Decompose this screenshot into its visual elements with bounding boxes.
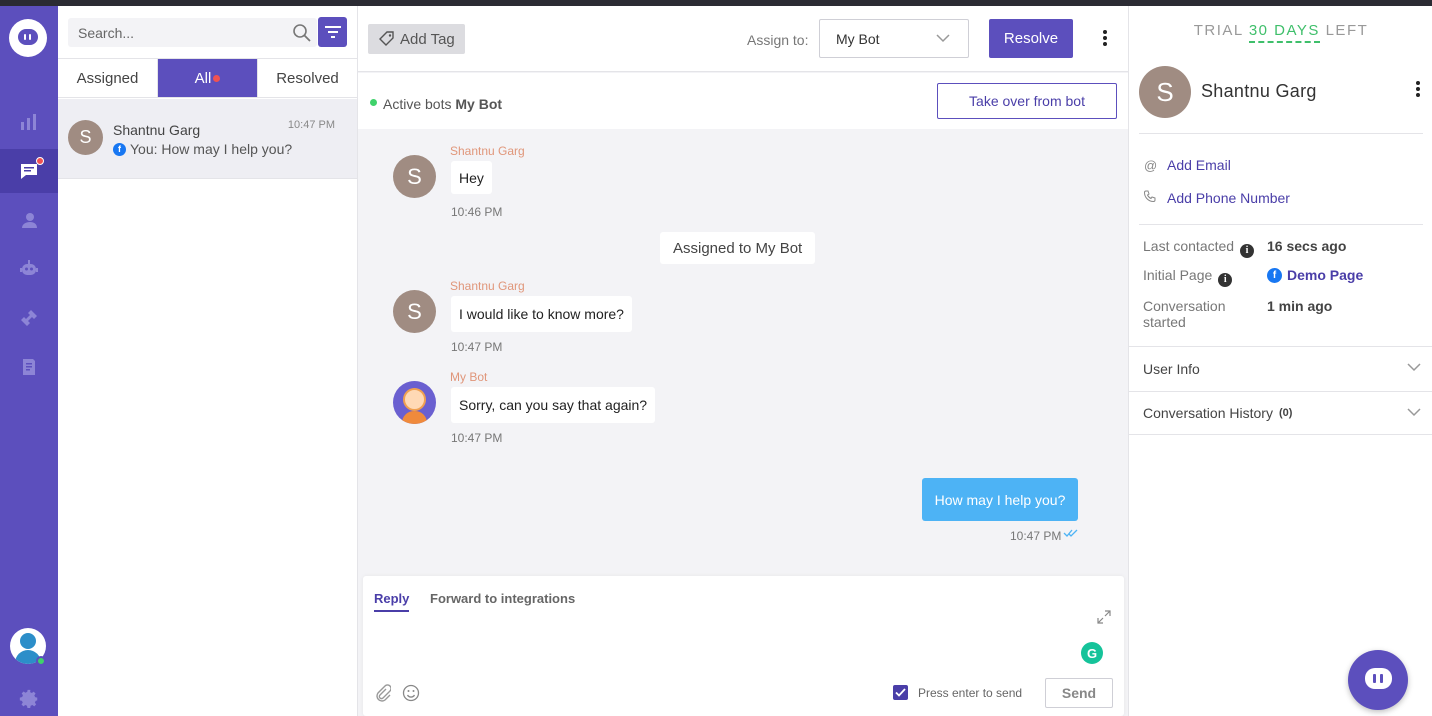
- online-status-dot: [36, 656, 46, 666]
- facebook-icon: f: [1267, 267, 1282, 283]
- outgoing-message-bubble: How may I help you?: [922, 478, 1078, 521]
- more-options-icon[interactable]: [1095, 30, 1115, 50]
- message-time: 10:47 PM: [451, 340, 503, 354]
- chevron-down-icon: [1407, 408, 1421, 417]
- system-message: Assigned to My Bot: [660, 232, 816, 264]
- send-button[interactable]: Send: [1045, 678, 1113, 708]
- contact-details-panel: TRIAL 30 DAYS LEFT S Shantnu Garg @ Add …: [1128, 6, 1432, 716]
- chat-logo-icon: [18, 29, 38, 45]
- avatar: S: [393, 155, 436, 198]
- reports-icon: [21, 114, 36, 130]
- assign-select[interactable]: My Bot: [819, 19, 969, 58]
- tab-resolved[interactable]: Resolved: [258, 59, 357, 97]
- bot-active-dot: [370, 99, 377, 106]
- message-bubble: I would like to know more?: [451, 296, 632, 332]
- active-bots-bar: Active bots My Bot Take over from bot: [358, 73, 1128, 129]
- tab-assigned[interactable]: Assigned: [58, 59, 158, 97]
- avatar: S: [68, 120, 103, 155]
- tab-reply[interactable]: Reply: [374, 591, 410, 612]
- conversations-icon: [21, 164, 37, 179]
- search-input[interactable]: [68, 18, 317, 47]
- active-bots-label: Active bots My Bot: [383, 96, 503, 112]
- message-bubble: Sorry, can you say that again?: [451, 387, 656, 423]
- emoji-icon[interactable]: [402, 684, 420, 702]
- assign-label: Assign to:: [747, 32, 809, 48]
- unread-dot: [213, 74, 221, 82]
- info-icon[interactable]: i: [1218, 272, 1233, 287]
- conversation-started-label: Conversation: [1143, 298, 1226, 314]
- message-time: 10:47 PM: [1010, 529, 1062, 543]
- avatar: S: [1139, 66, 1191, 118]
- tag-icon: [379, 31, 394, 46]
- sidebar-nav: [0, 6, 58, 716]
- chat-widget-icon: [1365, 668, 1392, 689]
- conversation-started-label-2: started: [1143, 314, 1186, 330]
- chevron-down-icon: [1407, 363, 1421, 372]
- conversation-list-item[interactable]: S Shantnu Garg 10:47 PM f You: How may I…: [58, 99, 357, 179]
- avatar: S: [393, 290, 436, 333]
- message-time: 10:47 PM: [451, 431, 503, 445]
- read-receipt-icon: [1063, 529, 1078, 537]
- nav-conversations[interactable]: [0, 149, 58, 193]
- chevron-down-icon: [936, 34, 950, 43]
- last-contacted-value: 16 secs ago: [1267, 238, 1347, 254]
- tab-all[interactable]: All: [158, 59, 258, 97]
- conversation-preview: f You: How may I help you?: [113, 141, 292, 157]
- facebook-icon: f: [113, 142, 126, 156]
- nav-knowledge-base[interactable]: [0, 345, 58, 389]
- app-logo[interactable]: [9, 19, 47, 57]
- nav-integrations[interactable]: [0, 296, 58, 340]
- add-tag-button[interactable]: Add Tag: [368, 24, 465, 54]
- add-email-link[interactable]: Add Email: [1167, 157, 1231, 173]
- filter-button[interactable]: [318, 17, 347, 47]
- attachment-icon[interactable]: [375, 684, 391, 702]
- users-icon: [22, 213, 37, 228]
- contact-name: Shantnu Garg: [113, 122, 201, 138]
- unread-dot: [36, 157, 44, 165]
- nav-reports[interactable]: [0, 100, 58, 144]
- conversation-list-panel: Assigned All Resolved S Shantnu Garg 10:…: [58, 6, 358, 716]
- conversation-tabs: Assigned All Resolved: [58, 58, 357, 98]
- initial-page-label: Initial Page i: [1143, 267, 1233, 287]
- at-icon: @: [1144, 158, 1158, 173]
- search-icon[interactable]: [292, 23, 312, 43]
- bot-avatar: [393, 381, 436, 424]
- phone-icon: [1144, 190, 1156, 203]
- tab-forward-integrations[interactable]: Forward to integrations: [430, 591, 575, 606]
- last-contacted-label: Last contacted i: [1143, 238, 1255, 258]
- press-enter-label: Press enter to send: [918, 686, 1023, 700]
- message-sender: Shantnu Garg: [450, 279, 525, 293]
- filter-icon: [324, 26, 341, 38]
- message-sender: Shantnu Garg: [450, 144, 525, 158]
- message-bubble: Hey: [451, 161, 492, 194]
- conversation-history-accordion[interactable]: Conversation History (0): [1129, 391, 1432, 435]
- gear-icon[interactable]: [18, 688, 40, 710]
- grammarly-icon[interactable]: G: [1081, 642, 1103, 664]
- chat-widget-button[interactable]: [1348, 650, 1408, 710]
- info-icon[interactable]: i: [1240, 243, 1255, 258]
- message-sender: My Bot: [450, 370, 488, 384]
- check-icon: [895, 688, 906, 697]
- resolve-button[interactable]: Resolve: [989, 19, 1073, 58]
- expand-icon[interactable]: [1097, 610, 1111, 624]
- more-options-icon[interactable]: [1413, 81, 1423, 101]
- initial-page-value[interactable]: f Demo Page: [1267, 267, 1363, 283]
- bot-icon: [20, 260, 38, 275]
- message-time: 10:46 PM: [451, 205, 503, 219]
- trial-banner: TRIAL 30 DAYS LEFT: [1129, 22, 1432, 43]
- take-over-button[interactable]: Take over from bot: [937, 83, 1117, 119]
- conversation-time: 10:47 PM: [287, 119, 335, 131]
- user-info-accordion[interactable]: User Info: [1129, 346, 1432, 390]
- nav-bots[interactable]: [0, 247, 58, 291]
- press-enter-checkbox[interactable]: [893, 685, 908, 700]
- chat-toolbar: Add Tag Assign to: My Bot Resolve: [358, 6, 1128, 72]
- chat-panel: Add Tag Assign to: My Bot Resolve Active…: [358, 6, 1128, 716]
- integrations-icon: [21, 310, 37, 326]
- reply-composer: Reply Forward to integrations G Press en…: [363, 576, 1124, 716]
- contact-name: Shantnu Garg: [1201, 81, 1317, 101]
- add-phone-link[interactable]: Add Phone Number: [1167, 190, 1290, 206]
- conversation-started-value: 1 min ago: [1267, 298, 1333, 314]
- nav-users[interactable]: [0, 198, 58, 242]
- knowledge-base-icon: [23, 359, 35, 375]
